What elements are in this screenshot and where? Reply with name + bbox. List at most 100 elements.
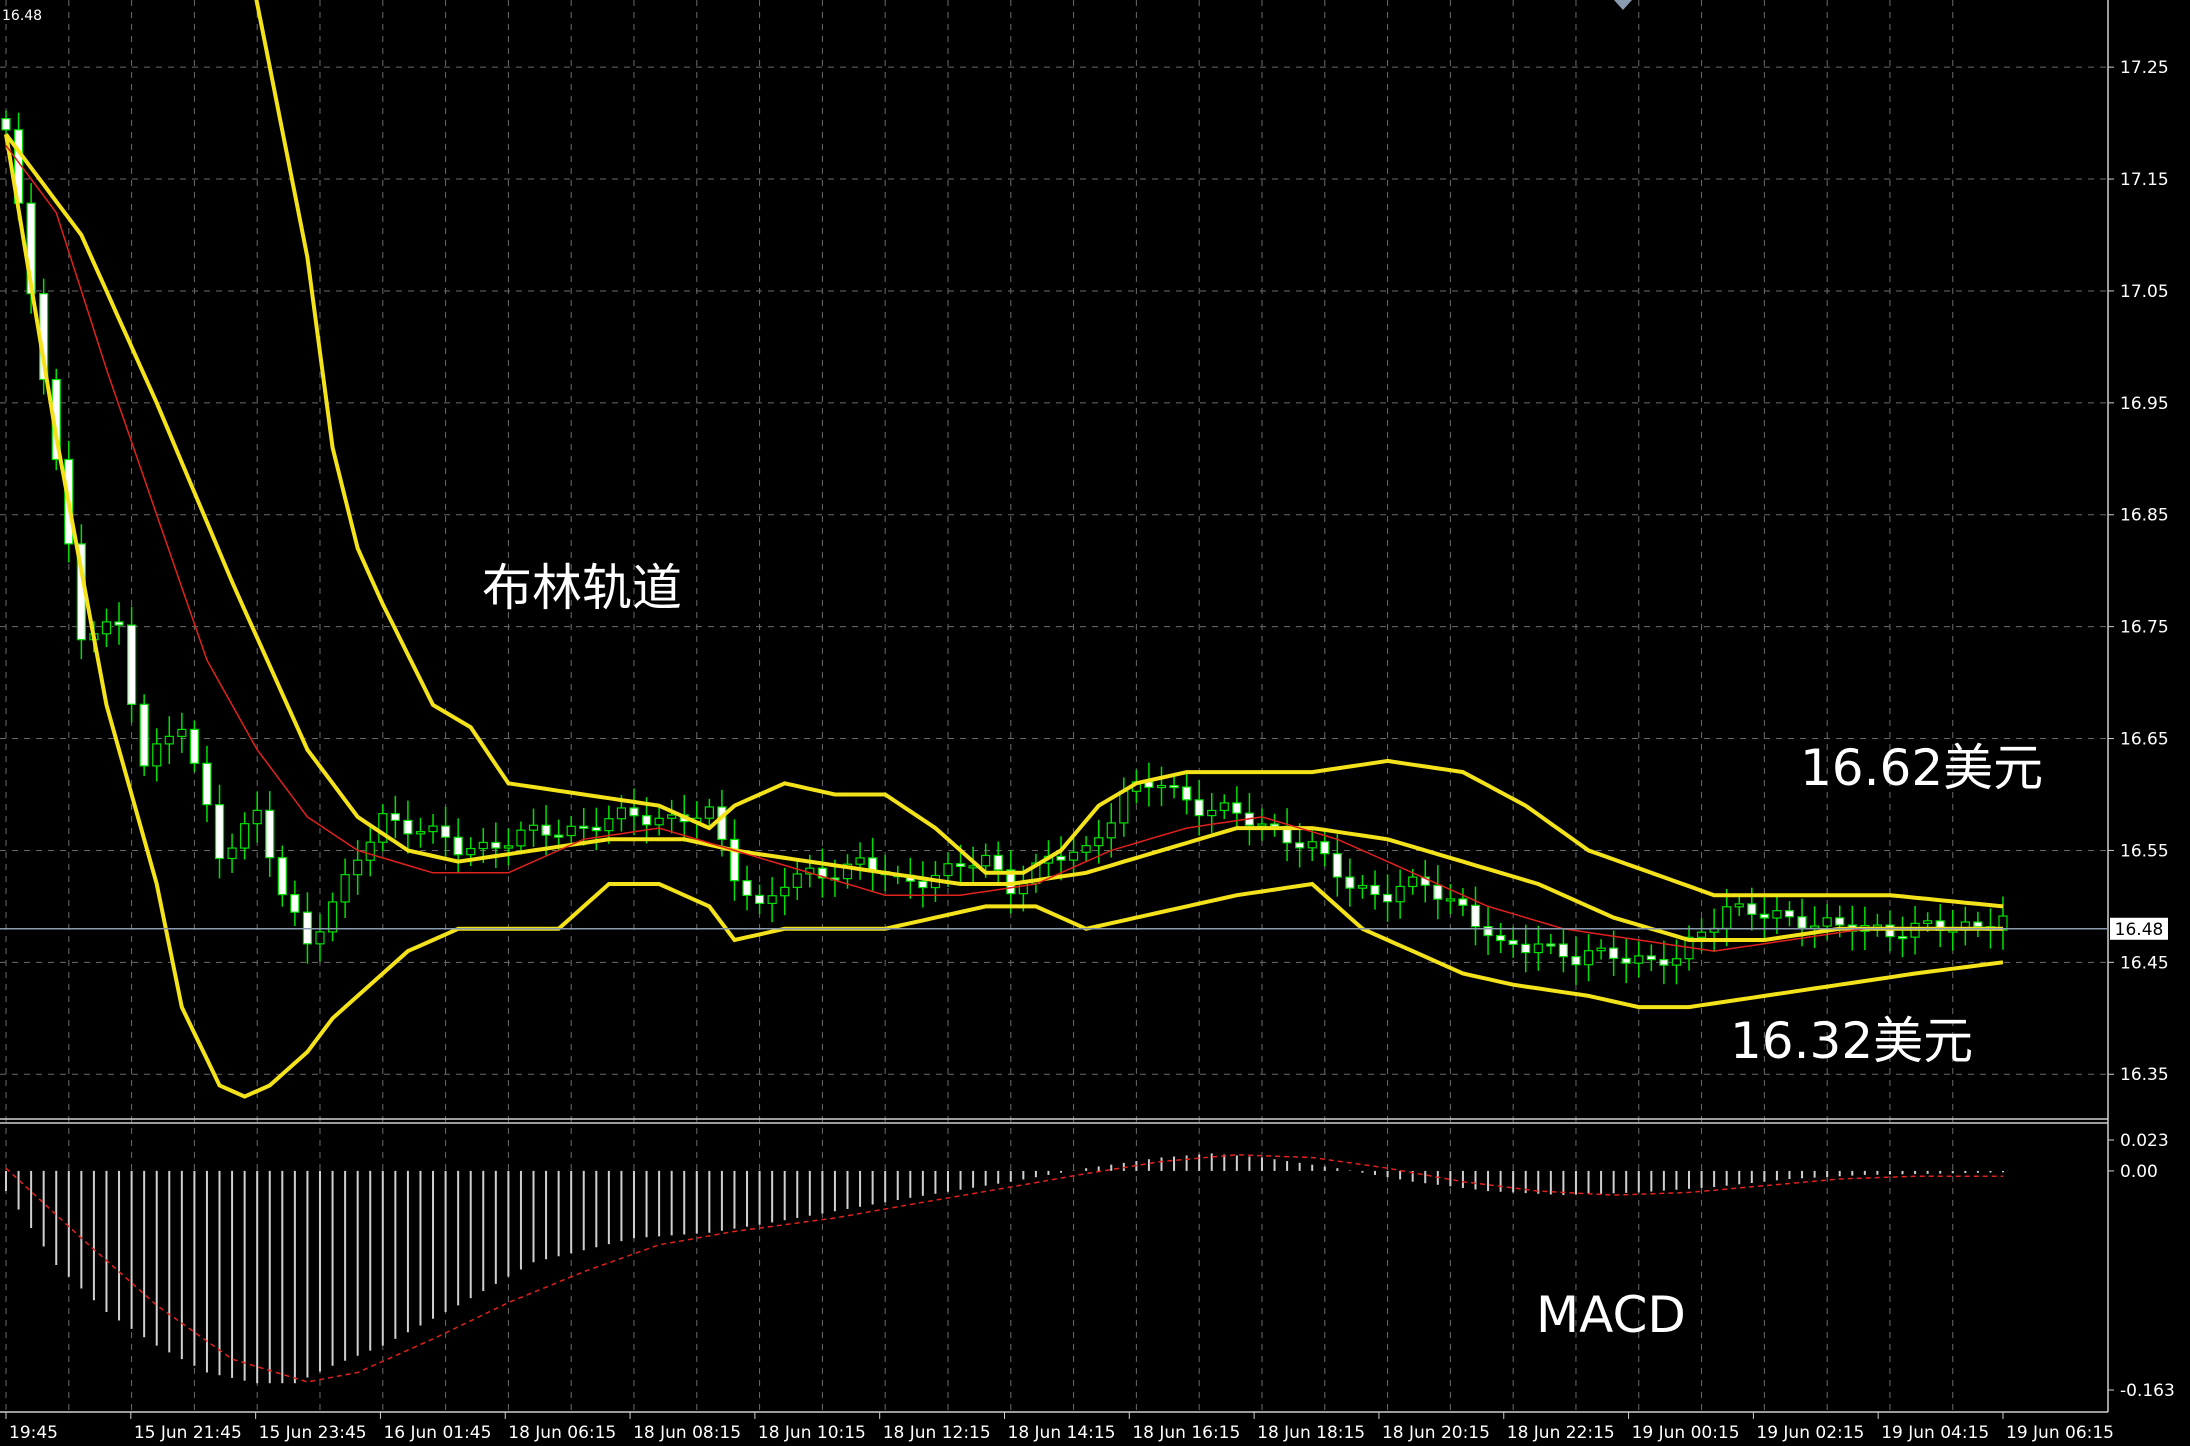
candle-up: [1872, 924, 1883, 928]
candle-up: [1068, 851, 1079, 861]
upper-band-annotation: 16.62美元: [1800, 739, 2043, 797]
candle-down: [1558, 943, 1569, 958]
candle-up: [365, 841, 375, 861]
candle-down: [1232, 802, 1242, 814]
time-tick-label: 18 Jun 16:15: [1132, 1423, 1240, 1443]
time-tick-label: 18 Jun 06:15: [508, 1423, 616, 1443]
price-tick-label: 16.65: [2120, 730, 2169, 750]
lower-band-annotation: 16.32美元: [1730, 1012, 1973, 1070]
candle-down: [1470, 904, 1481, 928]
time-tick-label: 19:45: [9, 1423, 58, 1443]
candle-up: [466, 847, 476, 856]
candle-down: [1797, 916, 1807, 929]
candle-up: [1671, 958, 1682, 966]
candle-down: [1194, 799, 1204, 817]
candle-up: [1583, 950, 1594, 966]
price-tick-label: 16.85: [2120, 506, 2169, 526]
price-tick-label: 17.25: [2120, 58, 2169, 78]
time-tick-label: 18 Jun 22:15: [1507, 1423, 1615, 1443]
candle-up: [1156, 784, 1167, 789]
time-tick-label: 19 Jun 02:15: [1756, 1423, 1864, 1443]
time-tick-label: 19 Jun 06:15: [2006, 1423, 2114, 1443]
candle-up: [1119, 790, 1129, 824]
candle-down: [1496, 934, 1506, 942]
candle-down: [579, 825, 589, 829]
candle-down: [1370, 884, 1380, 896]
candle-down: [955, 863, 966, 868]
trading-chart[interactable]: 17.25 17.15 17.05 16.95 16.85 16.75 16.65 16.55…: [0, 0, 2190, 1446]
time-tick-label: 18 Jun 08:15: [633, 1423, 741, 1443]
candle-down: [1332, 853, 1342, 878]
price-tick-label: 16.35: [2120, 1065, 2169, 1085]
time-tick-label: 15 Jun 23:45: [259, 1423, 367, 1443]
macd-tick-label: -0.163: [2120, 1381, 2175, 1401]
candle-up: [1596, 947, 1606, 952]
candle-down: [1483, 926, 1493, 937]
candle-up: [792, 873, 802, 888]
candle-up: [340, 874, 350, 903]
candle-down: [1320, 841, 1330, 855]
candle-down: [302, 911, 313, 945]
candle-up: [252, 809, 262, 825]
candle-up: [1408, 876, 1418, 888]
candle-down: [729, 838, 740, 882]
candle-up: [704, 806, 714, 819]
candle-up: [516, 829, 526, 847]
candle-down: [541, 824, 551, 836]
candle-up: [1106, 822, 1116, 839]
candle-down: [1182, 786, 1192, 801]
candle-down: [1345, 876, 1355, 889]
candle-up: [428, 825, 438, 833]
candle-down: [1759, 913, 1769, 919]
candle-down: [1458, 898, 1468, 906]
candle-up: [1923, 920, 1933, 924]
candle-up: [616, 807, 627, 820]
candle-up: [478, 841, 488, 850]
candle-up: [1696, 931, 1707, 938]
candle-up: [604, 818, 614, 832]
candle-up: [1772, 910, 1782, 919]
candle-down: [1571, 956, 1581, 966]
candle-down: [1885, 924, 1895, 938]
candle-down: [1659, 959, 1669, 966]
candle-down: [1897, 936, 1908, 940]
candle-up: [1307, 841, 1317, 849]
candle-up: [1810, 925, 1820, 929]
candle-up: [152, 743, 162, 767]
candle-down: [1382, 893, 1393, 903]
time-tick-label: 19 Jun 00:15: [1632, 1423, 1740, 1443]
time-tick-label: 18 Jun 14:15: [1008, 1423, 1116, 1443]
candle-down: [591, 826, 601, 832]
candle-up: [327, 901, 338, 933]
candle-down: [754, 894, 765, 905]
candle-up: [1081, 845, 1091, 853]
candle-up: [177, 728, 187, 737]
candle-up: [164, 735, 174, 745]
candle-up: [1257, 823, 1267, 827]
candle-down: [1609, 947, 1619, 959]
candle-down: [1835, 917, 1845, 926]
candle-up: [240, 823, 250, 849]
candle-up: [353, 859, 363, 876]
candle-up: [767, 895, 777, 905]
candle-down: [491, 841, 501, 849]
candle-down: [554, 834, 564, 838]
candle-up: [415, 831, 426, 835]
candle-down: [390, 813, 400, 822]
candle-up: [1722, 906, 1732, 930]
candle-down: [742, 880, 752, 897]
macd-tick-label: 0.023: [2120, 1131, 2169, 1151]
candle-down: [1784, 910, 1795, 918]
candle-up: [528, 824, 539, 831]
candle-down: [139, 703, 149, 767]
time-tick-label: 15 Jun 21:45: [134, 1423, 242, 1443]
candle-up: [1822, 917, 1832, 927]
candle-down: [114, 621, 124, 626]
candle-down: [1521, 943, 1531, 954]
candle-up: [1357, 884, 1368, 889]
candle-down: [993, 854, 1003, 871]
price-tick-label: 16.95: [2120, 394, 2169, 414]
candle-up: [1634, 955, 1644, 964]
candle-down: [290, 893, 300, 913]
time-tick-label: 18 Jun 20:15: [1382, 1423, 1490, 1443]
